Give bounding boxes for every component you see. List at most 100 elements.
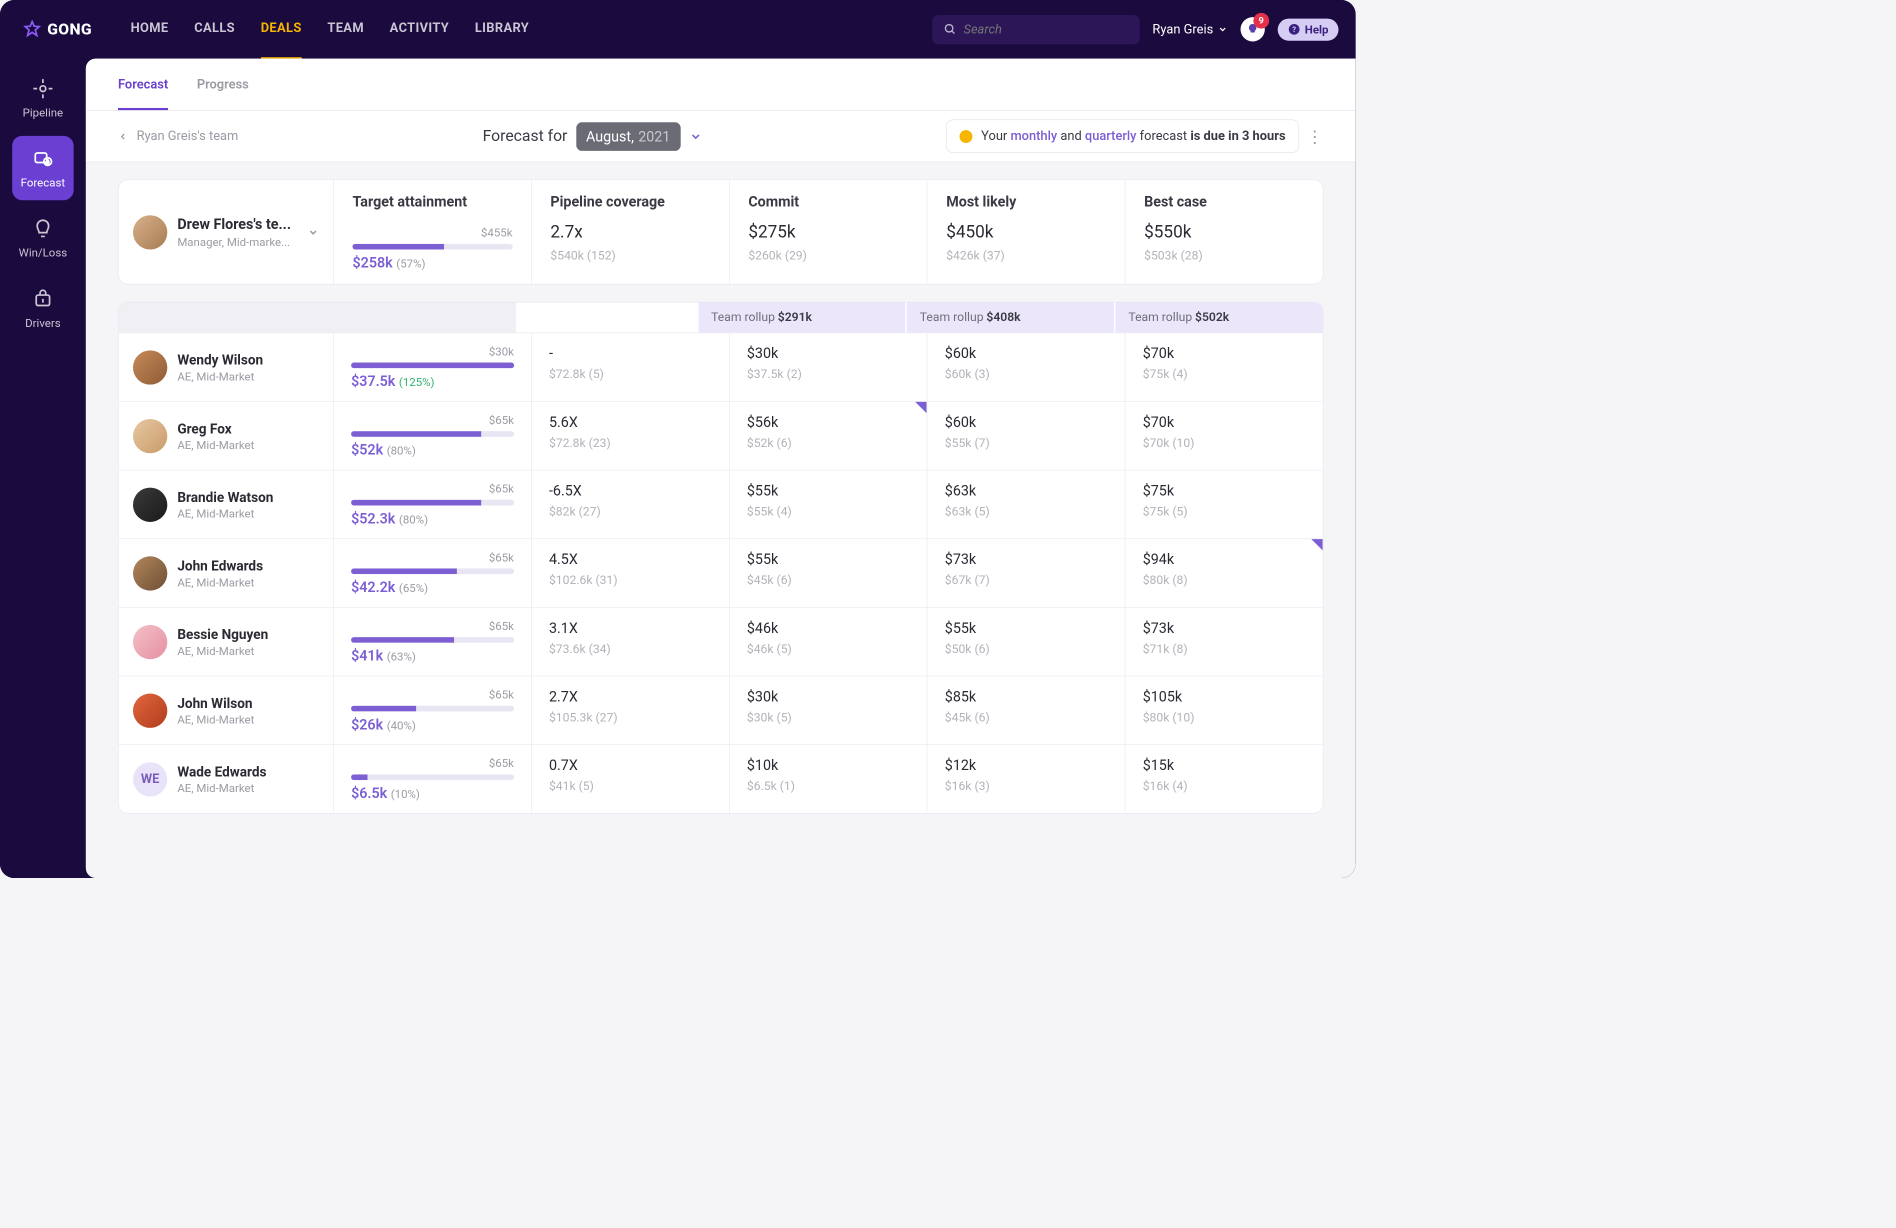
cell-best-case[interactable]: $75k$75k (5) [1125, 470, 1323, 538]
cell-best-case[interactable]: $94k$80k (8) [1125, 539, 1323, 607]
person-cell[interactable]: John WilsonAE, Mid-Market [119, 676, 334, 744]
cell-best-case[interactable]: $73k$71k (8) [1125, 608, 1323, 676]
cell-most-likely[interactable]: $85k$45k (6) [927, 676, 1125, 744]
chevron-down-icon [1218, 24, 1228, 34]
person-name: Bessie Nguyen [177, 626, 268, 642]
pipeline-icon [31, 77, 54, 100]
person-role: AE, Mid-Market [177, 369, 263, 383]
expand-team-icon[interactable] [307, 226, 318, 237]
cell-most-likely[interactable]: $60k$60k (3) [927, 333, 1125, 401]
cell-commit[interactable]: $30k$37.5k (2) [729, 333, 927, 401]
flag-icon [915, 402, 926, 413]
person-cell[interactable]: John EdwardsAE, Mid-Market [119, 539, 334, 607]
svg-text:$: $ [46, 159, 49, 166]
col-commit[interactable]: Commit $275k $260k (29) [729, 180, 927, 284]
person-role: AE, Mid-Market [177, 438, 254, 452]
cell-most-likely[interactable]: $60k$55k (7) [927, 402, 1125, 470]
avatar [133, 419, 167, 453]
avatar: WE [133, 762, 167, 796]
win/loss-icon [31, 217, 54, 240]
month-selector[interactable]: August, 2021 [576, 122, 680, 151]
cell-most-likely[interactable]: $55k$50k (6) [927, 608, 1125, 676]
person-name: Wendy Wilson [177, 351, 263, 367]
cell-commit[interactable]: $55k$55k (4) [729, 470, 927, 538]
person-cell[interactable]: Brandie WatsonAE, Mid-Market [119, 470, 334, 538]
avatar [133, 350, 167, 384]
col-target: Target attainment $455k $258k (57%) [333, 180, 531, 284]
forecast-icon: $ [31, 147, 54, 170]
user-menu[interactable]: Ryan Greis [1152, 22, 1227, 37]
cell-best-case[interactable]: $105k$80k (10) [1125, 676, 1323, 744]
person-name: Brandie Watson [177, 489, 273, 505]
drivers-icon [31, 287, 54, 310]
logo[interactable]: GONG [23, 20, 92, 39]
person-name: Greg Fox [177, 420, 254, 436]
nav-team[interactable]: TEAM [327, 0, 364, 59]
more-menu[interactable]: ⋮ [1306, 126, 1323, 146]
due-banner: Your monthly and quarterly forecast is d… [946, 119, 1299, 153]
person-role: AE, Mid-Market [177, 644, 268, 658]
cell-best-case[interactable]: $15k$16k (4) [1125, 745, 1323, 813]
tab-forecast[interactable]: Forecast [118, 59, 168, 110]
user-name: Ryan Greis [1152, 22, 1213, 37]
cell-best-case[interactable]: $70k$70k (10) [1125, 402, 1323, 470]
person-role: AE, Mid-Market [177, 712, 254, 726]
person-cell[interactable]: WEWade EdwardsAE, Mid-Market [119, 745, 334, 813]
col-best-case[interactable]: Best case $550k $503k (28) [1125, 180, 1323, 284]
forecast-for: Forecast for August, 2021 [483, 122, 702, 151]
nav-deals[interactable]: DEALS [261, 0, 302, 59]
avatar [133, 556, 167, 590]
cell-commit[interactable]: $56k$52k (6) [729, 402, 927, 470]
nav-activity[interactable]: ACTIVITY [390, 0, 449, 59]
nav-home[interactable]: HOME [131, 0, 169, 59]
avatar [133, 487, 167, 521]
rollup-header: Team rollup $291k Team rollup $408k Team… [119, 302, 1323, 332]
cell-pipeline: 2.7X$105.3k (27) [531, 676, 729, 744]
team-avatar [133, 215, 167, 249]
help-button[interactable]: ? Help [1278, 18, 1339, 40]
table-row: Wendy WilsonAE, Mid-Market$30k$37.5k (12… [119, 332, 1323, 401]
nav-library[interactable]: LIBRARY [475, 0, 529, 59]
person-name: John Wilson [177, 695, 254, 711]
team-role: Manager, Mid-marke... [177, 235, 291, 249]
person-cell[interactable]: Wendy Wilson AE, Mid-Market [119, 333, 334, 401]
cell-commit[interactable]: $55k$45k (6) [729, 539, 927, 607]
cell-target: $65k$52k (80%) [333, 402, 531, 470]
sidebar-item-drivers[interactable]: Drivers [12, 276, 73, 340]
table-row: Brandie WatsonAE, Mid-Market$65k$52.3k (… [119, 470, 1323, 539]
search-input[interactable] [964, 22, 1129, 37]
tab-progress[interactable]: Progress [197, 59, 249, 110]
avatar [133, 625, 167, 659]
cell-target: $65k$26k (40%) [333, 676, 531, 744]
svg-text:?: ? [1292, 25, 1296, 34]
table-row: John EdwardsAE, Mid-Market$65k$42.2k (65… [119, 538, 1323, 607]
cell-pipeline: 5.6X$72.8k (23) [531, 402, 729, 470]
nav-calls[interactable]: CALLS [194, 0, 235, 59]
person-role: AE, Mid-Market [177, 781, 266, 795]
person-cell[interactable]: Greg Fox AE, Mid-Market [119, 402, 334, 470]
cell-pipeline: 3.1X$73.6k (34) [531, 608, 729, 676]
cell-best-case[interactable]: $70k$75k (4) [1125, 333, 1323, 401]
cell-most-likely[interactable]: $63k$63k (5) [927, 470, 1125, 538]
col-most-likely[interactable]: Most likely $450k $426k (37) [927, 180, 1125, 284]
tabs: Forecast Progress [86, 59, 1356, 111]
chevron-down-icon[interactable] [689, 130, 702, 143]
cell-commit[interactable]: $46k$46k (5) [729, 608, 927, 676]
person-cell[interactable]: Bessie Nguyen AE, Mid-Market [119, 608, 334, 676]
cell-most-likely[interactable]: $12k$16k (3) [927, 745, 1125, 813]
cell-most-likely[interactable]: $73k$67k (7) [927, 539, 1125, 607]
cell-pipeline: -6.5X$82k (27) [531, 470, 729, 538]
sidebar-item-forecast[interactable]: $Forecast [12, 136, 73, 200]
brand-text: GONG [47, 20, 92, 38]
sidebar-item-pipeline[interactable]: Pipeline [12, 66, 73, 130]
col-pipeline: Pipeline coverage 2.7x $540k (152) [531, 180, 729, 284]
cell-commit[interactable]: $30k$30k (5) [729, 676, 927, 744]
cell-pipeline: -$72.8k (5) [531, 333, 729, 401]
logo-icon [23, 20, 42, 39]
breadcrumb-back[interactable]: Ryan Greis's team [118, 129, 238, 144]
cell-commit[interactable]: $10k$6.5k (1) [729, 745, 927, 813]
search-box[interactable] [932, 15, 1139, 44]
sidebar-item-win-loss[interactable]: Win/Loss [12, 206, 73, 270]
insights-button[interactable]: 9 [1240, 17, 1264, 41]
avatar [133, 693, 167, 727]
